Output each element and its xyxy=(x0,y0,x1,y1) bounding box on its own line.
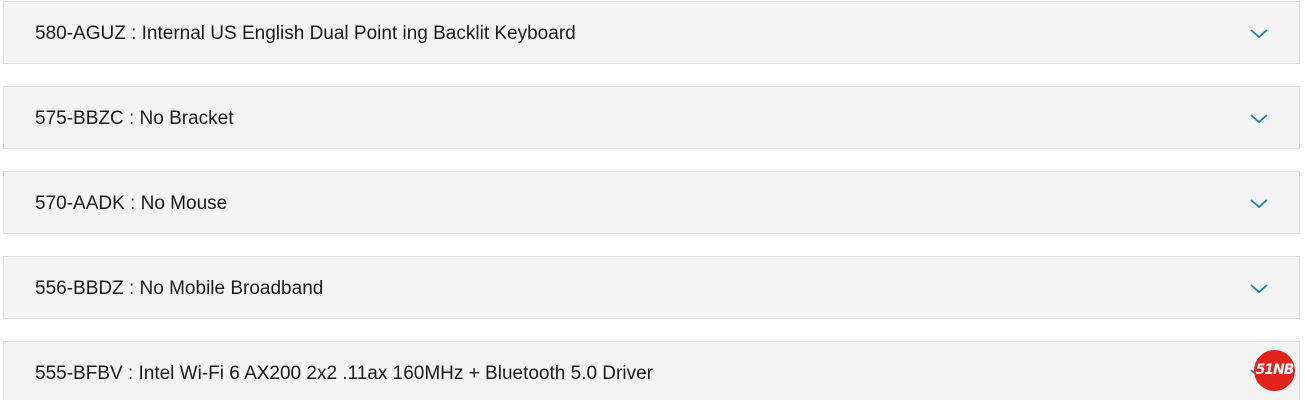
chevron-down-icon[interactable] xyxy=(1249,26,1269,40)
accordion-item-580-aguz[interactable]: 580-AGUZ : Internal US English Dual Poin… xyxy=(3,1,1300,64)
chevron-down-icon[interactable] xyxy=(1249,196,1269,210)
accordion-item-title: 570-AADK : No Mouse xyxy=(35,193,228,214)
accordion-item-556-bbdz[interactable]: 556-BBDZ : No Mobile Broadband xyxy=(3,256,1300,319)
watermark-logo: 51NB xyxy=(1254,350,1295,391)
accordion-item-555-bfbv[interactable]: 555-BFBV : Intel Wi-Fi 6 AX200 2x2 .11ax… xyxy=(3,341,1300,400)
accordion-item-title: 555-BFBV : Intel Wi-Fi 6 AX200 2x2 .11ax… xyxy=(35,363,653,384)
chevron-down-icon[interactable] xyxy=(1249,281,1269,295)
accordion-item-570-aadk[interactable]: 570-AADK : No Mouse xyxy=(3,171,1300,234)
accordion-item-575-bbzc[interactable]: 575-BBZC : No Bracket xyxy=(3,86,1300,149)
accordion-item-title: 556-BBDZ : No Mobile Broadband xyxy=(35,278,324,299)
accordion-item-title: 580-AGUZ : Internal US English Dual Poin… xyxy=(35,23,576,44)
chevron-down-icon[interactable] xyxy=(1249,111,1269,125)
accordion-list: 580-AGUZ : Internal US English Dual Poin… xyxy=(0,0,1305,400)
accordion-item-title: 575-BBZC : No Bracket xyxy=(35,108,234,129)
